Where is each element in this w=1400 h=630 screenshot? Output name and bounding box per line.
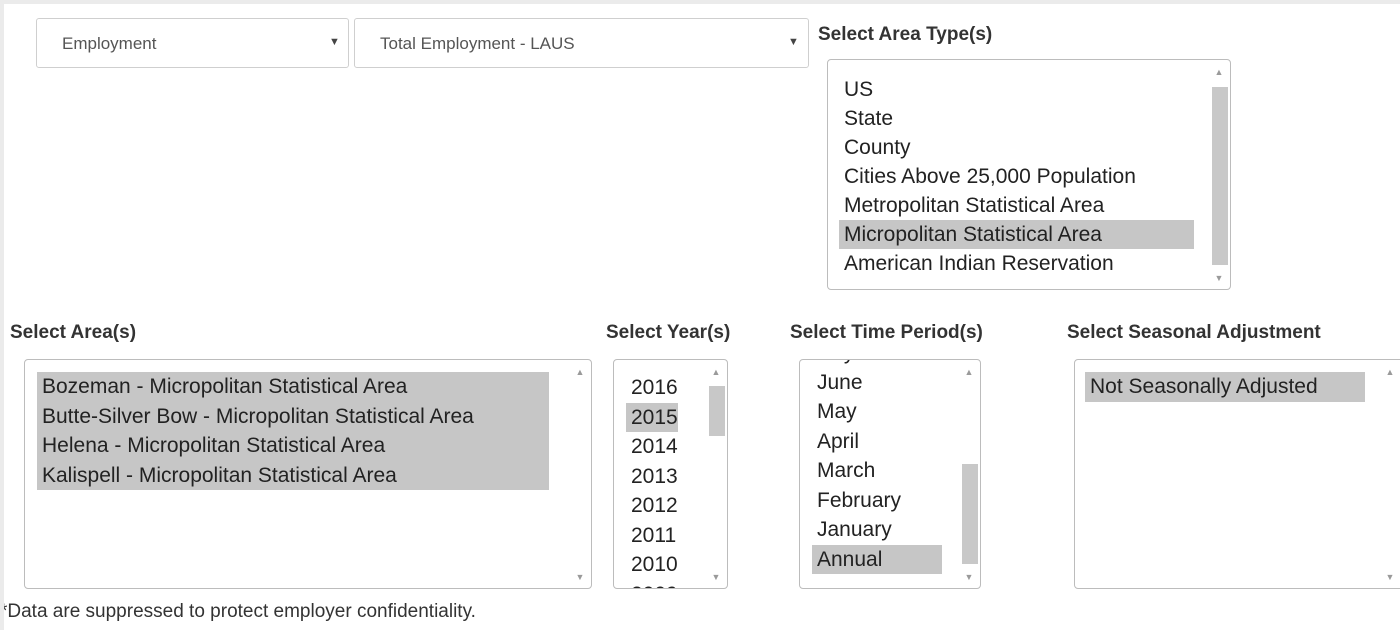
- scroll-up-arrow-icon[interactable]: ▲: [705, 367, 727, 377]
- area-option[interactable]: Helena - Micropolitan Statistical Area: [37, 431, 549, 461]
- scroll-thumb[interactable]: [1212, 87, 1228, 265]
- scroll-up-arrow-icon[interactable]: ▲: [958, 367, 980, 377]
- area-type-heading: Select Area Type(s): [818, 24, 993, 45]
- scroll-up-arrow-icon[interactable]: ▲: [569, 367, 591, 377]
- scroll-thumb[interactable]: [962, 464, 978, 564]
- time-period-scrollbar[interactable]: ▲ ▼: [958, 360, 980, 588]
- area-type-option[interactable]: County: [839, 133, 1194, 162]
- area-option[interactable]: Butte-Silver Bow - Micropolitan Statisti…: [37, 401, 549, 431]
- time-period-option[interactable]: July: [812, 360, 942, 368]
- time-period-option[interactable]: May: [812, 397, 942, 427]
- measure-select-value: Total Employment - LAUS: [380, 34, 575, 53]
- time-period-options: JulyJuneMayAprilMarchFebruaryJanuaryAnnu…: [812, 360, 942, 574]
- year-option[interactable]: 2013: [626, 462, 678, 492]
- area-type-scrollbar[interactable]: ▲ ▼: [1208, 60, 1230, 289]
- time-period-option[interactable]: March: [812, 456, 942, 486]
- area-heading: Select Area(s): [10, 322, 137, 343]
- time-period-option[interactable]: April: [812, 427, 942, 457]
- seasonal-adjustment-scrollbar[interactable]: ▲ ▼: [1379, 360, 1400, 588]
- year-scrollbar[interactable]: ▲ ▼: [705, 360, 727, 588]
- seasonal-adjustment-options: Not Seasonally Adjusted: [1085, 372, 1365, 402]
- scroll-thumb[interactable]: [709, 386, 725, 436]
- confidentiality-footnote: *Data are suppressed to protect employer…: [4, 601, 476, 622]
- query-panel: Employment ▼ Total Employment - LAUS ▼ S…: [4, 4, 1400, 630]
- time-period-option[interactable]: January: [812, 515, 942, 545]
- area-type-option[interactable]: Micropolitan Statistical Area: [839, 220, 1194, 249]
- measure-select[interactable]: Total Employment - LAUS ▼: [354, 18, 809, 68]
- year-options: 20162015201420132012201120102009: [626, 373, 678, 589]
- area-type-option[interactable]: US: [839, 75, 1194, 104]
- area-type-option[interactable]: State: [839, 104, 1194, 133]
- area-listbox[interactable]: Bozeman - Micropolitan Statistical Area B…: [24, 359, 592, 589]
- seasonal-option[interactable]: Not Seasonally Adjusted: [1085, 372, 1365, 402]
- scroll-down-arrow-icon[interactable]: ▼: [569, 572, 591, 582]
- year-option[interactable]: 2014: [626, 432, 678, 462]
- category-select[interactable]: Employment ▼: [36, 18, 349, 68]
- area-scrollbar[interactable]: ▲ ▼: [569, 360, 591, 588]
- area-type-option[interactable]: Metropolitan Statistical Area: [839, 191, 1194, 220]
- area-type-option[interactable]: American Indian Reservation: [839, 249, 1194, 278]
- category-select-value: Employment: [62, 34, 157, 53]
- caret-down-icon: ▼: [329, 36, 340, 48]
- time-period-listbox[interactable]: JulyJuneMayAprilMarchFebruaryJanuaryAnnu…: [799, 359, 981, 589]
- seasonal-adjustment-heading: Select Seasonal Adjustment: [1067, 322, 1321, 343]
- scroll-down-arrow-icon[interactable]: ▼: [958, 572, 980, 582]
- area-options: Bozeman - Micropolitan Statistical Area B…: [37, 372, 549, 490]
- scroll-up-arrow-icon[interactable]: ▲: [1208, 67, 1230, 77]
- year-option[interactable]: 2009: [626, 580, 678, 589]
- year-option[interactable]: 2016: [626, 373, 678, 403]
- year-listbox[interactable]: 20162015201420132012201120102009 ▲ ▼: [613, 359, 728, 589]
- scroll-down-arrow-icon[interactable]: ▼: [1208, 273, 1230, 283]
- scroll-down-arrow-icon[interactable]: ▼: [705, 572, 727, 582]
- area-option[interactable]: Bozeman - Micropolitan Statistical Area: [37, 372, 549, 402]
- caret-down-icon: ▼: [788, 36, 799, 48]
- year-option[interactable]: 2015: [626, 402, 678, 432]
- scroll-up-arrow-icon[interactable]: ▲: [1379, 367, 1400, 377]
- area-option[interactable]: Kalispell - Micropolitan Statistical Are…: [37, 460, 549, 490]
- time-period-heading: Select Time Period(s): [790, 322, 983, 343]
- year-option[interactable]: 2011: [626, 521, 678, 551]
- year-option[interactable]: 2012: [626, 491, 678, 521]
- time-period-option[interactable]: February: [812, 486, 942, 516]
- year-option[interactable]: 2010: [626, 550, 678, 580]
- area-type-options: US State County Cities Above 25,000 Populat…: [839, 75, 1194, 278]
- time-period-option[interactable]: Annual: [812, 544, 942, 574]
- time-period-option[interactable]: June: [812, 368, 942, 398]
- scroll-down-arrow-icon[interactable]: ▼: [1379, 572, 1400, 582]
- seasonal-adjustment-listbox[interactable]: Not Seasonally Adjusted ▲ ▼: [1074, 359, 1400, 589]
- year-heading: Select Year(s): [606, 322, 731, 343]
- area-type-listbox[interactable]: US State County Cities Above 25,000 Populat…: [827, 59, 1231, 290]
- area-type-option[interactable]: Cities Above 25,000 Population: [839, 162, 1194, 191]
